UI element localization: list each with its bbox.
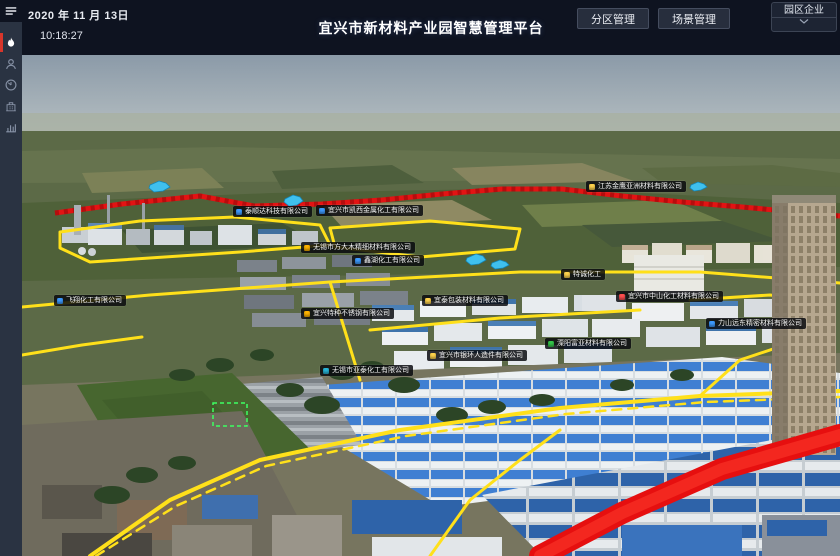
bar-chart-icon (4, 120, 18, 134)
company-marker-icon (548, 341, 554, 347)
company-marker-icon (430, 353, 436, 359)
company-label[interactable]: 特诚化工 (561, 269, 605, 280)
company-label-text: 江苏金鹰亚洲材料有限公司 (598, 183, 682, 190)
company-marker-icon (355, 258, 361, 264)
divider (772, 17, 836, 18)
company-marker-icon (323, 368, 329, 374)
company-label-text: 特诚化工 (573, 271, 601, 278)
company-label-text: 无锡市方大木精细材料有限公司 (313, 244, 411, 251)
company-marker-icon (319, 208, 325, 214)
company-label-text: 宜兴特种不锈钢有限公司 (313, 310, 390, 317)
sidebar-items (0, 32, 22, 137)
company-label-text: 鑫湖化工有限公司 (364, 257, 420, 264)
company-label[interactable]: 溧阳富亚材料有限公司 (545, 338, 631, 349)
company-marker-icon (709, 321, 715, 327)
menu-icon (4, 4, 18, 18)
company-label-text: 泰顺达科技有限公司 (245, 208, 308, 215)
company-label[interactable]: 无锡市亚泰化工有限公司 (320, 365, 413, 376)
company-marker-icon (589, 184, 595, 190)
factory-icon (4, 99, 18, 113)
sidebar-item-bar-chart[interactable] (0, 116, 22, 137)
user-icon (4, 57, 18, 71)
sidebar-item-fire[interactable] (0, 32, 22, 53)
company-marker-icon (57, 298, 63, 304)
company-label[interactable]: 鑫湖化工有限公司 (352, 255, 424, 266)
company-label[interactable]: 宜兴特种不锈钢有限公司 (301, 308, 394, 319)
partition-manage-button[interactable]: 分区管理 (577, 8, 649, 29)
chevron-down-icon (799, 19, 809, 24)
sky (22, 55, 840, 141)
park-enterprise-dropdown[interactable]: 园区企业 (771, 2, 837, 32)
company-label-text: 飞翔化工有限公司 (66, 297, 122, 304)
gauge-icon (4, 78, 18, 92)
top-buttons: 分区管理 场景管理 (577, 8, 730, 29)
scene-manage-button[interactable]: 场景管理 (658, 8, 730, 29)
company-label-text: 宜泰包装材料有限公司 (434, 297, 504, 304)
company-marker-icon (425, 298, 431, 304)
company-label[interactable]: 泰顺达科技有限公司 (233, 206, 312, 217)
fire-icon (4, 36, 18, 50)
company-label[interactable]: 宜兴市中山化工材料有限公司 (616, 291, 723, 302)
top-bar: 2020 年 11 月 13日 10:18:27 宜兴市新材料产业园智慧管理平台… (0, 0, 840, 55)
company-label[interactable]: 宜兴市银环人造件有限公司 (427, 350, 527, 361)
company-label[interactable]: 宜泰包装材料有限公司 (422, 295, 508, 306)
company-marker-icon (304, 245, 310, 251)
company-marker-icon (236, 209, 242, 215)
company-label-text: 宜兴市中山化工材料有限公司 (628, 293, 719, 300)
company-label[interactable]: 力山远东精密材料有限公司 (706, 318, 806, 329)
company-label[interactable]: 无锡市方大木精细材料有限公司 (301, 242, 415, 253)
company-marker-icon (304, 311, 310, 317)
company-label-text: 宜兴市凯西金属化工有限公司 (328, 207, 419, 214)
sidebar-item-user[interactable] (0, 53, 22, 74)
company-label[interactable]: 飞翔化工有限公司 (54, 295, 126, 306)
sidebar-item-gauge[interactable] (0, 74, 22, 95)
current-date: 2020 年 11 月 13日 (28, 7, 129, 23)
company-marker-icon (619, 294, 625, 300)
map-3d-viewport[interactable]: 泰顺达科技有限公司 宜兴市凯西金属化工有限公司无锡市方大木精细材料有限公司鑫湖化工… (22, 55, 840, 556)
company-label-text: 溧阳富亚材料有限公司 (557, 340, 627, 347)
company-marker-icon (564, 272, 570, 278)
company-label-text: 无锡市亚泰化工有限公司 (332, 367, 409, 374)
sidebar-menu-button[interactable] (0, 0, 22, 22)
left-icon-rail (0, 0, 22, 556)
park-enterprise-label: 园区企业 (784, 5, 824, 16)
company-label-text: 力山远东精密材料有限公司 (718, 320, 802, 327)
current-time: 10:18:27 (40, 30, 129, 42)
company-label[interactable]: 宜兴市凯西金属化工有限公司 (316, 205, 423, 216)
company-label[interactable]: 江苏金鹰亚洲材料有限公司 (586, 181, 686, 192)
sidebar-item-factory[interactable] (0, 95, 22, 116)
company-label-text: 宜兴市银环人造件有限公司 (439, 352, 523, 359)
app-window: 2020 年 11 月 13日 10:18:27 宜兴市新材料产业园智慧管理平台… (0, 0, 840, 556)
datetime-block: 2020 年 11 月 13日 10:18:27 (28, 7, 129, 42)
